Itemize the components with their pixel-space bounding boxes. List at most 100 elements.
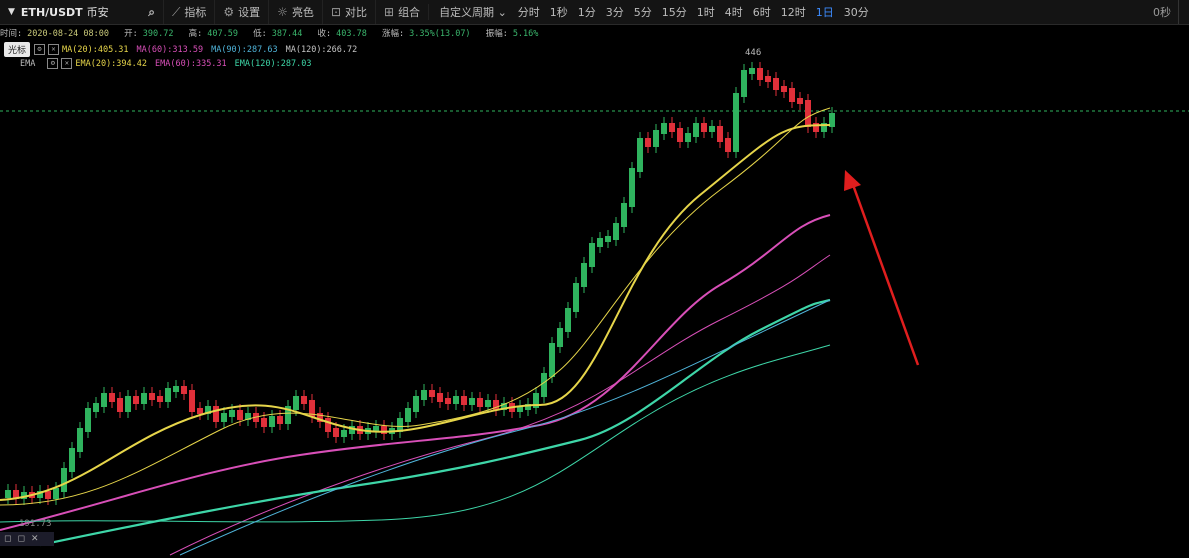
candle-body <box>701 123 707 132</box>
candle-body <box>181 386 187 394</box>
candle-body <box>213 406 219 422</box>
candle-body <box>405 408 411 422</box>
candle-body <box>773 78 779 90</box>
ema20-line <box>0 107 831 506</box>
candle-body <box>805 100 811 127</box>
candle-body <box>269 416 275 427</box>
low-value: 387.44 <box>271 29 303 39</box>
candle-body <box>77 428 83 452</box>
annotation-arrow-shaft <box>850 181 920 366</box>
candle-body <box>757 68 763 80</box>
candle-body <box>117 398 123 412</box>
candle-body <box>709 126 715 132</box>
candle-body <box>445 398 451 404</box>
candle-body <box>141 393 147 404</box>
ohlc-info-line: 时间: 2020-08-24 08:00 开: 390.72 高: 407.59 低:… <box>0 27 548 39</box>
ema-settings-icon[interactable]: ⚙ <box>47 58 59 69</box>
candle-body <box>589 243 595 267</box>
candle-body <box>549 343 555 377</box>
restore-icon[interactable]: ◻ <box>4 534 11 544</box>
ma90-line <box>179 299 831 556</box>
candle-body <box>277 416 283 424</box>
low-label: 低: <box>253 29 267 39</box>
candlestick-chart[interactable] <box>0 0 1189 558</box>
candle-body <box>149 393 155 400</box>
candle-body <box>461 396 467 405</box>
candle-body <box>749 68 755 74</box>
candle-body <box>669 123 675 132</box>
candle-body <box>5 490 11 498</box>
candle-body <box>613 223 619 240</box>
cursor-chip[interactable]: 光标 <box>4 42 31 57</box>
annotation-arrow-head <box>844 170 861 191</box>
time-value: 2020-08-24 08:00 <box>27 29 110 39</box>
candle-body <box>229 410 235 417</box>
candle-body <box>733 93 739 152</box>
candle-body <box>781 86 787 92</box>
ma-close-icon[interactable]: ✕ <box>48 44 60 55</box>
candle-body <box>69 448 75 472</box>
close-value: 403.78 <box>336 29 367 39</box>
change-value: 3.35%(13.07) <box>409 29 471 39</box>
candle-body <box>261 418 267 427</box>
open-value: 390.72 <box>142 29 174 39</box>
ema120-value: EMA(120):287.03 <box>234 58 312 69</box>
ema-label: EMA <box>20 58 36 69</box>
window-icon[interactable]: ◻ <box>17 534 24 544</box>
ema20-value: EMA(20):394.42 <box>75 58 148 69</box>
candle-body <box>381 426 387 434</box>
ema60-value: EMA(60):335.31 <box>155 58 227 69</box>
candle-body <box>325 418 331 432</box>
candle-body <box>565 308 571 332</box>
candle-body <box>677 128 683 142</box>
time-label: 时间: <box>0 29 23 39</box>
candle-body <box>717 126 723 142</box>
candle-body <box>173 386 179 392</box>
candle-body <box>301 396 307 404</box>
candle-body <box>421 390 427 400</box>
ma-legend-row: 光标 ⚙ ✕ MA(20):405.31 MA(60):313.59 MA(90… <box>4 42 357 57</box>
ema-close-icon[interactable]: ✕ <box>61 58 73 69</box>
candle-body <box>789 88 795 102</box>
high-label: 高: <box>188 29 203 39</box>
candle-body <box>125 396 131 412</box>
ema-legend-row: EMA ⚙ ✕ EMA(20):394.42 EMA(60):335.31 EM… <box>20 58 311 69</box>
candle-body <box>797 98 803 104</box>
candle-body <box>61 468 67 492</box>
min-price-label: 191.73 <box>19 519 52 529</box>
candle-body <box>765 76 771 82</box>
candle-body <box>621 203 627 227</box>
candle-body <box>85 408 91 432</box>
ma60-line <box>0 214 831 531</box>
candle-body <box>685 133 691 142</box>
candle-body <box>661 123 667 134</box>
candle-body <box>197 408 203 414</box>
candle-body <box>45 491 51 499</box>
candle-body <box>101 393 107 407</box>
ma120-value: MA(120):266.72 <box>285 44 358 55</box>
candle-body <box>53 488 59 499</box>
candle-body <box>165 388 171 402</box>
ma-settings-icon[interactable]: ⚙ <box>34 44 46 55</box>
candle-body <box>725 138 731 152</box>
ma60-value: MA(60):313.59 <box>136 44 204 55</box>
candle-body <box>93 403 99 412</box>
candle-body <box>237 410 243 420</box>
bottom-controls: ◻ ◻ ✕ <box>0 532 54 546</box>
candle-body <box>157 396 163 402</box>
ma20-value: MA(20):405.31 <box>62 44 129 55</box>
close-icon[interactable]: ✕ <box>31 534 39 544</box>
candle-body <box>221 413 227 422</box>
candle-body <box>653 130 659 147</box>
ma20-line <box>0 124 831 501</box>
amplitude-value: 5.16% <box>512 29 539 39</box>
candle-body <box>485 400 491 407</box>
ma90-value: MA(90):287.63 <box>211 44 278 55</box>
candle-body <box>453 396 459 404</box>
max-price-label: 446 <box>745 48 762 58</box>
candle-body <box>573 283 579 312</box>
candle-body <box>581 263 587 287</box>
candle-body <box>541 373 547 397</box>
candle-body <box>293 396 299 410</box>
candle-body <box>333 428 339 437</box>
